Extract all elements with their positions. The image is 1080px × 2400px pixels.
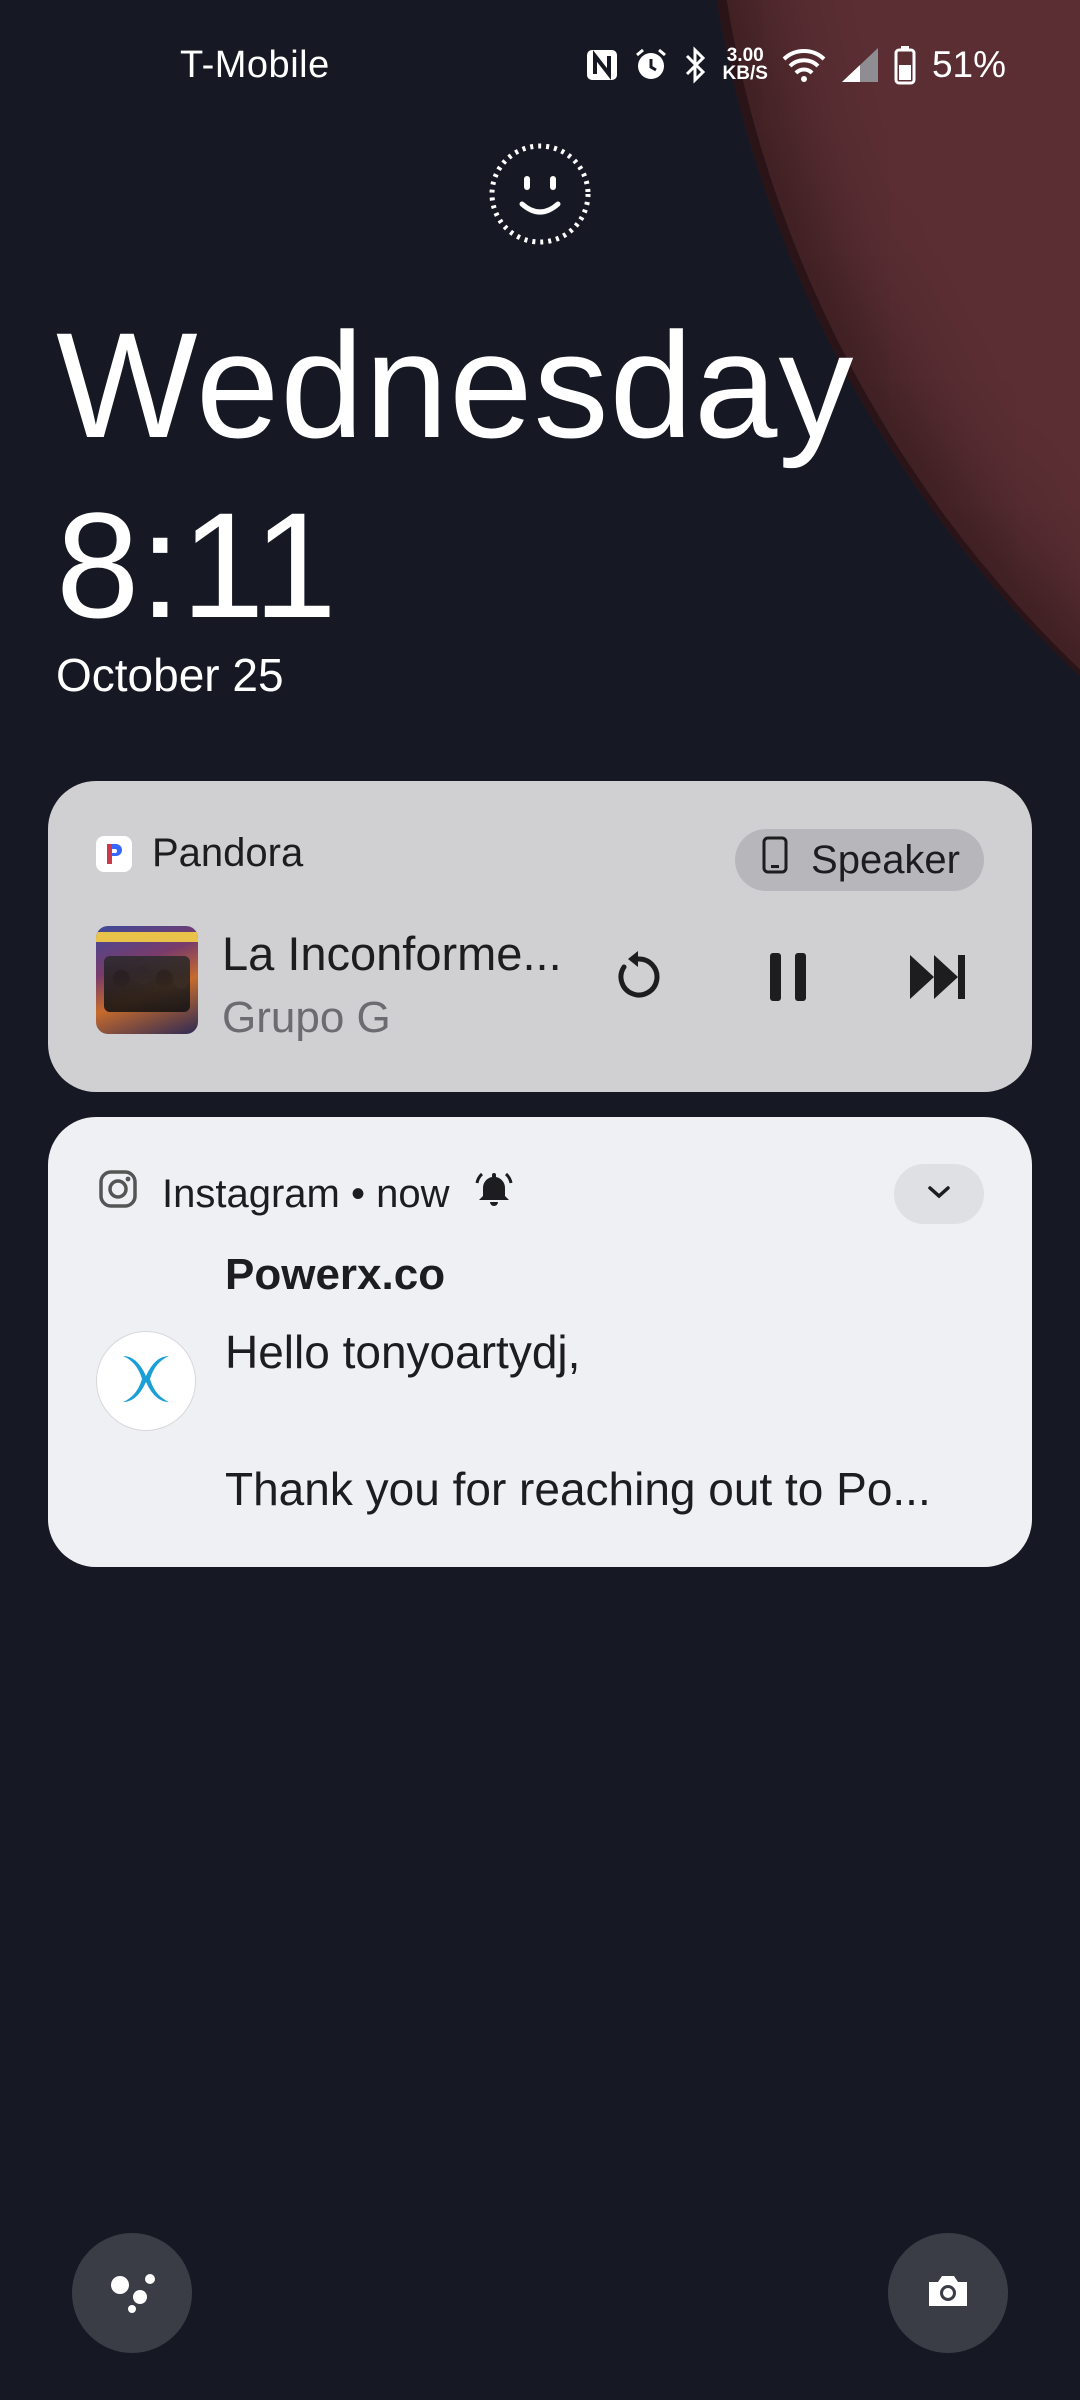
bluetooth-icon [683, 46, 709, 84]
nfc-icon [585, 48, 619, 82]
assistant-shortcut-button[interactable] [72, 2233, 192, 2353]
album-art-band [104, 956, 190, 1012]
media-app-name: Pandora [152, 831, 304, 875]
notification-time: now [376, 1171, 450, 1216]
track-artist: Grupo G [222, 993, 391, 1042]
net-speed-unit: KB/S [722, 63, 768, 84]
battery-icon [894, 45, 916, 85]
lock-screen: T-Mobile 3.00 KB/S 51% Wednesday 8:11 Oc… [0, 0, 1080, 2400]
media-player-card[interactable]: Pandora Speaker La Inconforme... Grupo G [48, 781, 1032, 1092]
alarm-icon [633, 47, 669, 83]
pandora-icon [96, 835, 132, 872]
battery-percent: 51% [931, 44, 1006, 85]
pause-icon [764, 951, 812, 1008]
wifi-icon [782, 47, 826, 83]
pause-button[interactable] [748, 939, 828, 1019]
notification-sender: Powerx.co [225, 1250, 446, 1299]
notification-message-line-1: Hello tonyoartydj, [225, 1326, 581, 1378]
assistant-icon [106, 2269, 158, 2318]
alerting-bell-icon [474, 1169, 514, 1219]
sender-avatar [96, 1331, 196, 1431]
face-unlock-icon[interactable] [486, 140, 594, 248]
status-bar: T-Mobile 3.00 KB/S 51% [0, 0, 1080, 130]
album-art [96, 926, 198, 1034]
notification-message-line-2: Thank you for reaching out to Po... [225, 1463, 931, 1515]
notification-app-name: Instagram • now [162, 1172, 450, 1217]
phone-speaker-icon [761, 835, 789, 885]
clock-day: Wednesday [56, 301, 855, 469]
media-app-row: Pandora [96, 831, 303, 876]
signal-icon [840, 46, 880, 84]
clock-date: October 25 [56, 649, 284, 701]
status-icons: 3.00 KB/S 51% [585, 40, 1006, 90]
replay-icon [610, 949, 666, 1010]
output-device-button[interactable]: Speaker [735, 829, 984, 891]
camera-shortcut-button[interactable] [888, 2233, 1008, 2353]
carrier-name: T-Mobile [180, 44, 330, 86]
notification-header: Instagram • now [98, 1169, 514, 1219]
instagram-icon [98, 1169, 138, 1219]
clock-time: 8:11 [56, 481, 337, 649]
skip-next-button[interactable] [898, 939, 978, 1019]
track-title: La Inconforme... [222, 927, 562, 980]
skip-next-icon [906, 951, 970, 1008]
expand-notification-button[interactable] [894, 1164, 984, 1224]
notification-app-label: Instagram [162, 1171, 340, 1216]
notification-separator: • [350, 1171, 365, 1216]
instagram-notification[interactable]: Instagram • now Powerx.co Hello tonyoart… [48, 1117, 1032, 1567]
replay-button[interactable] [598, 939, 678, 1019]
camera-icon [925, 2272, 971, 2315]
chevron-down-icon [926, 1184, 952, 1205]
output-device-label: Speaker [811, 837, 960, 882]
net-speed: 3.00 KB/S [722, 46, 768, 84]
album-art-stripe [96, 932, 198, 942]
powerx-logo-icon [115, 1348, 177, 1415]
